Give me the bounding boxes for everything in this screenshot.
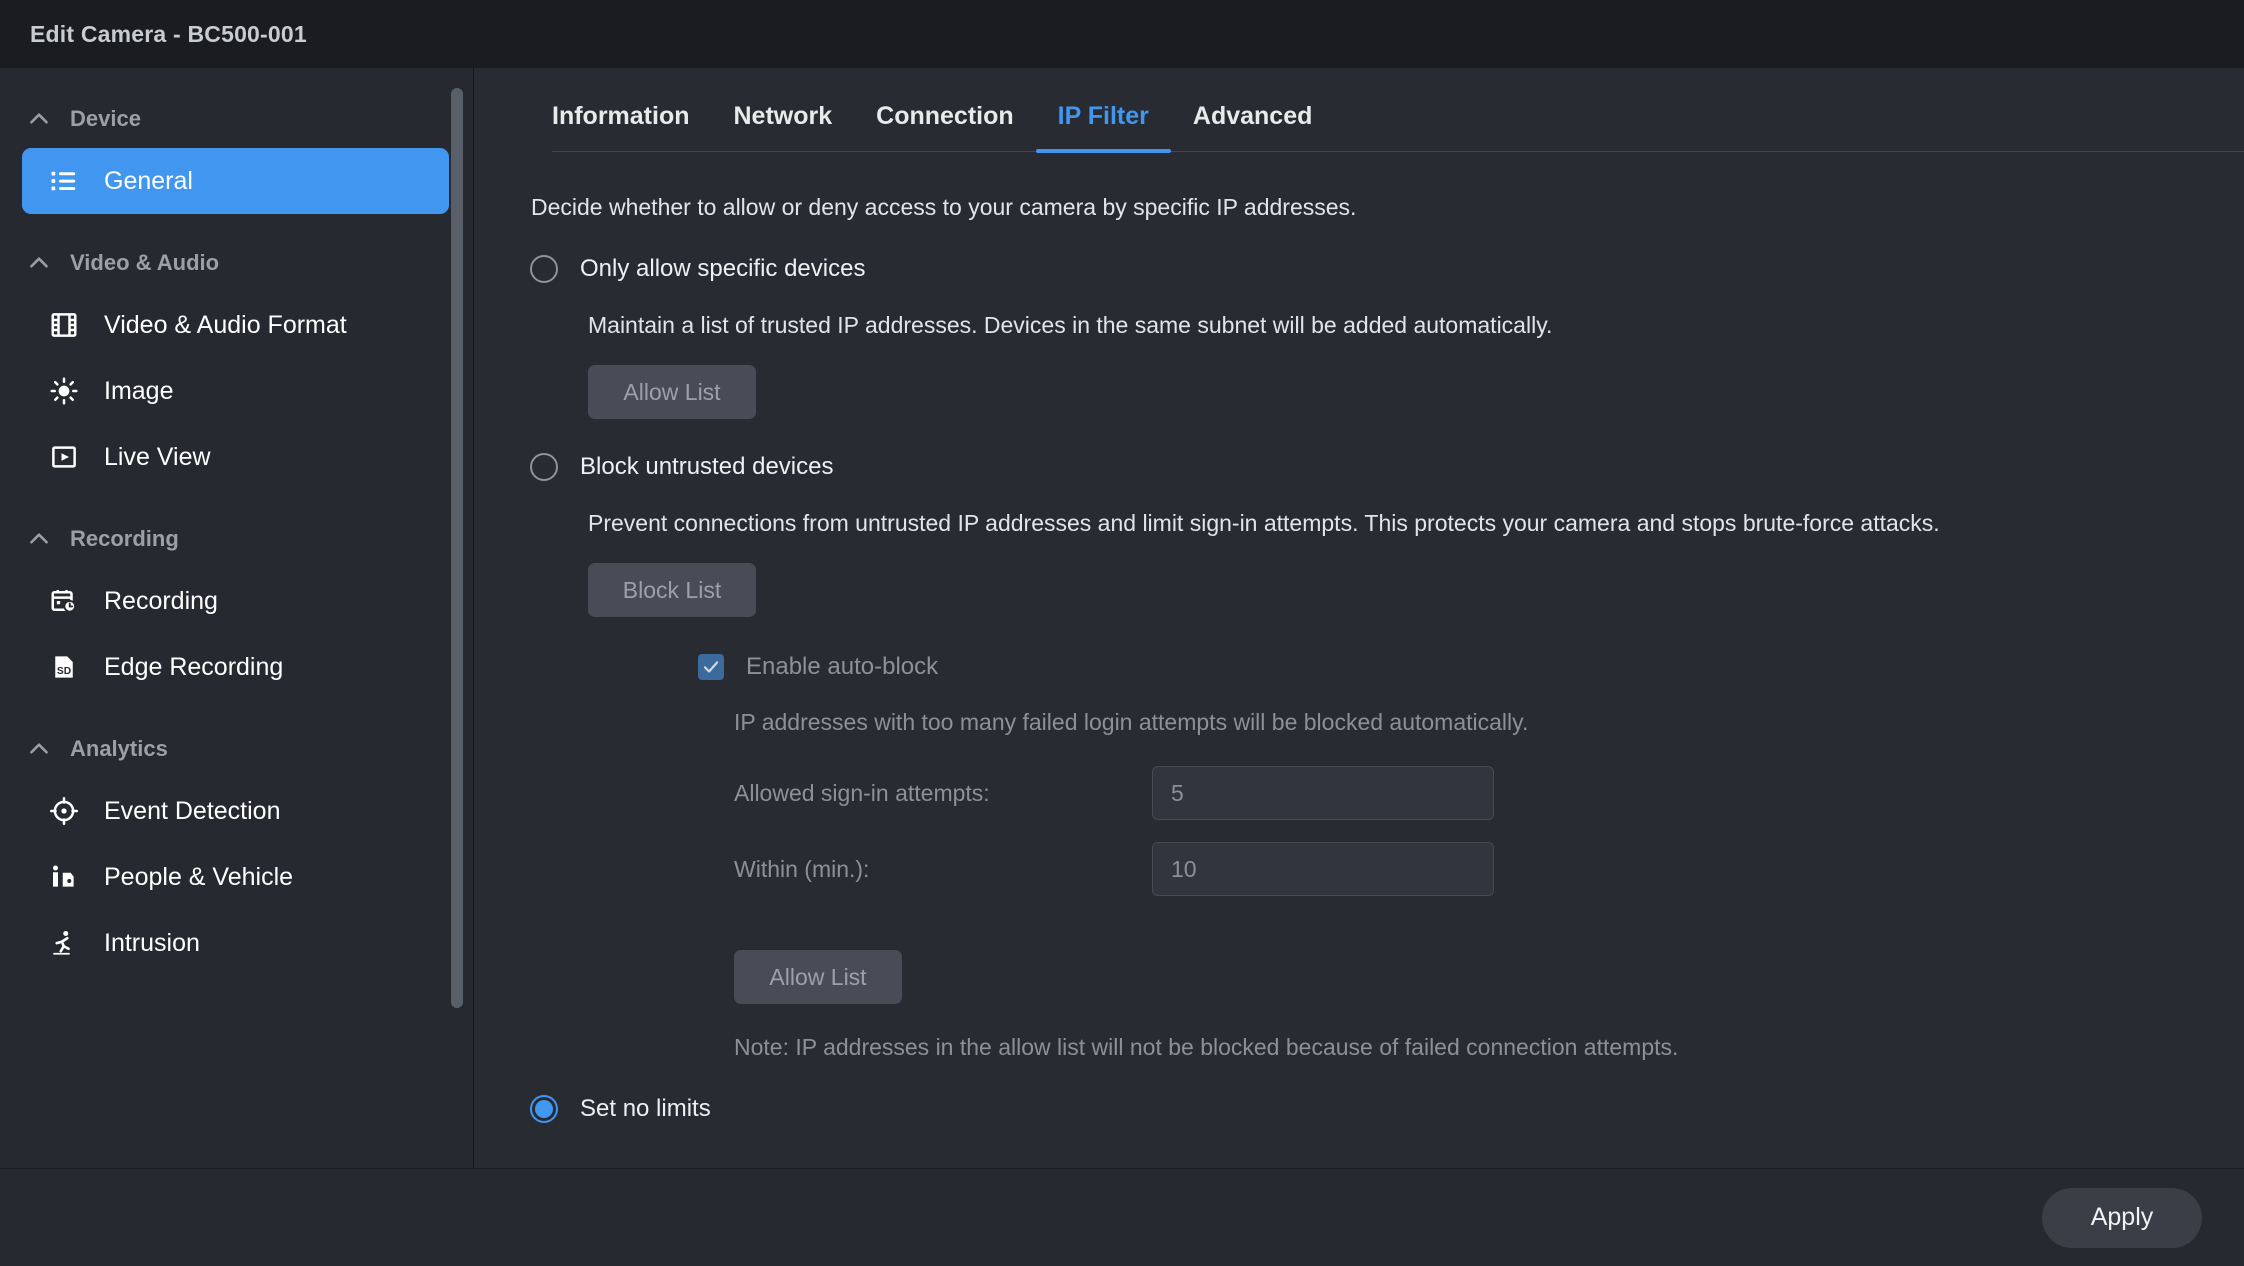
allowed-signin-attempts-input[interactable]: 5 — [1152, 766, 1494, 821]
sidebar: Device General Video & Audio Video & Aud… — [0, 68, 474, 1168]
radio-label: Only allow specific devices — [580, 255, 866, 282]
tab-network[interactable]: Network — [712, 102, 855, 151]
radio-indicator — [530, 255, 558, 283]
block-description: Prevent connections from untrusted IP ad… — [588, 510, 1940, 537]
sidebar-group-device[interactable]: Device — [0, 90, 473, 148]
checkbox-enable-auto-block[interactable]: Enable auto-block — [698, 653, 2204, 681]
chevron-up-icon — [22, 732, 56, 766]
sidebar-item-label: Event Detection — [104, 796, 281, 825]
sidebar-item-label: Intrusion — [104, 928, 200, 957]
crosshair-icon — [46, 793, 82, 829]
sidebar-item-edge-recording[interactable]: SD Edge Recording — [22, 634, 449, 700]
chevron-up-icon — [22, 522, 56, 556]
auto-block-note: Note: IP addresses in the allow list wil… — [734, 1034, 1679, 1061]
brightness-icon — [46, 373, 82, 409]
content-area: Information Network Connection IP Filter… — [474, 68, 2244, 1168]
sidebar-group-label: Video & Audio — [70, 250, 220, 275]
sidebar-group-video-audio[interactable]: Video & Audio — [0, 234, 473, 292]
sidebar-item-image[interactable]: Image — [22, 358, 449, 424]
allow-description: Maintain a list of trusted IP addresses.… — [588, 312, 1553, 338]
sidebar-scrollbar-thumb[interactable] — [451, 88, 463, 1008]
field-allowed-signin-attempts: Allowed sign-in attempts: 5 — [734, 766, 2204, 821]
edit-camera-dialog: Edit Camera - BC500-001 Device General V… — [0, 0, 2244, 1266]
play-box-icon — [46, 439, 82, 475]
sidebar-scrollbar[interactable] — [451, 88, 463, 1167]
allow-list-button[interactable]: Allow List — [588, 365, 756, 420]
allow-section: Maintain a list of trusted IP addresses.… — [530, 309, 2204, 420]
checkbox-indicator — [698, 654, 724, 681]
auto-block-section: Enable auto-block IP addresses with too … — [588, 653, 2204, 1061]
auto-block-hint: IP addresses with too many failed login … — [734, 709, 1529, 736]
sidebar-item-event-detection[interactable]: Event Detection — [22, 778, 449, 844]
radio-label: Block untrusted devices — [580, 453, 834, 481]
chevron-up-icon — [22, 102, 56, 136]
sidebar-item-recording[interactable]: Recording — [22, 568, 449, 634]
sidebar-group-analytics[interactable]: Analytics — [0, 720, 473, 778]
sidebar-item-label: Edge Recording — [104, 652, 284, 681]
tab-advanced[interactable]: Advanced — [1171, 102, 1334, 151]
sidebar-item-label: Image — [104, 376, 174, 405]
field-within-minutes: Within (min.): 10 — [734, 842, 2204, 897]
sidebar-item-people-vehicle[interactable]: People & Vehicle — [22, 844, 449, 910]
tab-connection[interactable]: Connection — [854, 102, 1036, 151]
ip-filter-intro: Decide whether to allow or deny access t… — [531, 194, 1357, 220]
sidebar-item-label: Live View — [104, 442, 211, 471]
checkbox-label: Enable auto-block — [746, 653, 939, 681]
footer-bar: Apply — [0, 1168, 2244, 1266]
tab-row: Information Network Connection IP Filter… — [530, 102, 2244, 153]
block-list-button[interactable]: Block List — [588, 563, 756, 618]
radio-indicator — [530, 1095, 558, 1124]
auto-block-details: IP addresses with too many failed login … — [698, 709, 2204, 1061]
sidebar-group-label: Recording — [70, 526, 179, 551]
sidebar-group-label: Analytics — [70, 736, 168, 761]
ip-filter-pane: Decide whether to allow or deny access t… — [474, 152, 2244, 1168]
tab-information[interactable]: Information — [530, 102, 712, 151]
field-label: Allowed sign-in attempts: — [734, 779, 990, 806]
sidebar-item-live-view[interactable]: Live View — [22, 424, 449, 490]
film-icon — [46, 307, 82, 343]
running-person-icon — [46, 925, 82, 961]
dialog-body: Device General Video & Audio Video & Aud… — [0, 68, 2244, 1168]
radio-indicator — [530, 453, 558, 482]
sidebar-item-general[interactable]: General — [22, 148, 449, 214]
sidebar-item-video-audio-format[interactable]: Video & Audio Format — [22, 292, 449, 358]
sidebar-item-label: Video & Audio Format — [104, 310, 347, 339]
chevron-up-icon — [22, 246, 56, 280]
sidebar-item-intrusion[interactable]: Intrusion — [22, 910, 449, 976]
svg-text:SD: SD — [57, 666, 71, 677]
within-minutes-input[interactable]: 10 — [1152, 842, 1494, 897]
sidebar-item-label: General — [104, 166, 193, 195]
sidebar-group-label: Device — [70, 106, 141, 131]
radio-block-untrusted-devices[interactable]: Block untrusted devices — [530, 453, 2204, 482]
auto-block-allow-list-button[interactable]: Allow List — [734, 950, 902, 1005]
block-section: Prevent connections from untrusted IP ad… — [530, 507, 2204, 1061]
calendar-clock-icon — [46, 583, 82, 619]
sidebar-item-label: Recording — [104, 586, 218, 615]
title-bar: Edit Camera - BC500-001 — [0, 0, 2244, 68]
tab-ip-filter[interactable]: IP Filter — [1035, 102, 1172, 153]
radio-only-allow-specific-devices[interactable]: Only allow specific devices — [530, 255, 2204, 283]
tab-bar: Information Network Connection IP Filter… — [474, 68, 2244, 153]
field-label: Within (min.): — [734, 855, 870, 882]
sidebar-item-label: People & Vehicle — [104, 862, 294, 891]
sd-card-icon: SD — [46, 649, 82, 685]
window-title: Edit Camera - BC500-001 — [30, 20, 307, 47]
radio-label: Set no limits — [580, 1095, 711, 1123]
tab-divider — [552, 151, 2244, 152]
list-icon — [46, 163, 82, 199]
sidebar-scroll-region: Device General Video & Audio Video & Aud… — [0, 68, 473, 1168]
person-vehicle-icon — [46, 859, 82, 895]
apply-button[interactable]: Apply — [2042, 1187, 2202, 1248]
radio-set-no-limits[interactable]: Set no limits — [530, 1095, 2204, 1124]
sidebar-group-recording[interactable]: Recording — [0, 510, 473, 568]
